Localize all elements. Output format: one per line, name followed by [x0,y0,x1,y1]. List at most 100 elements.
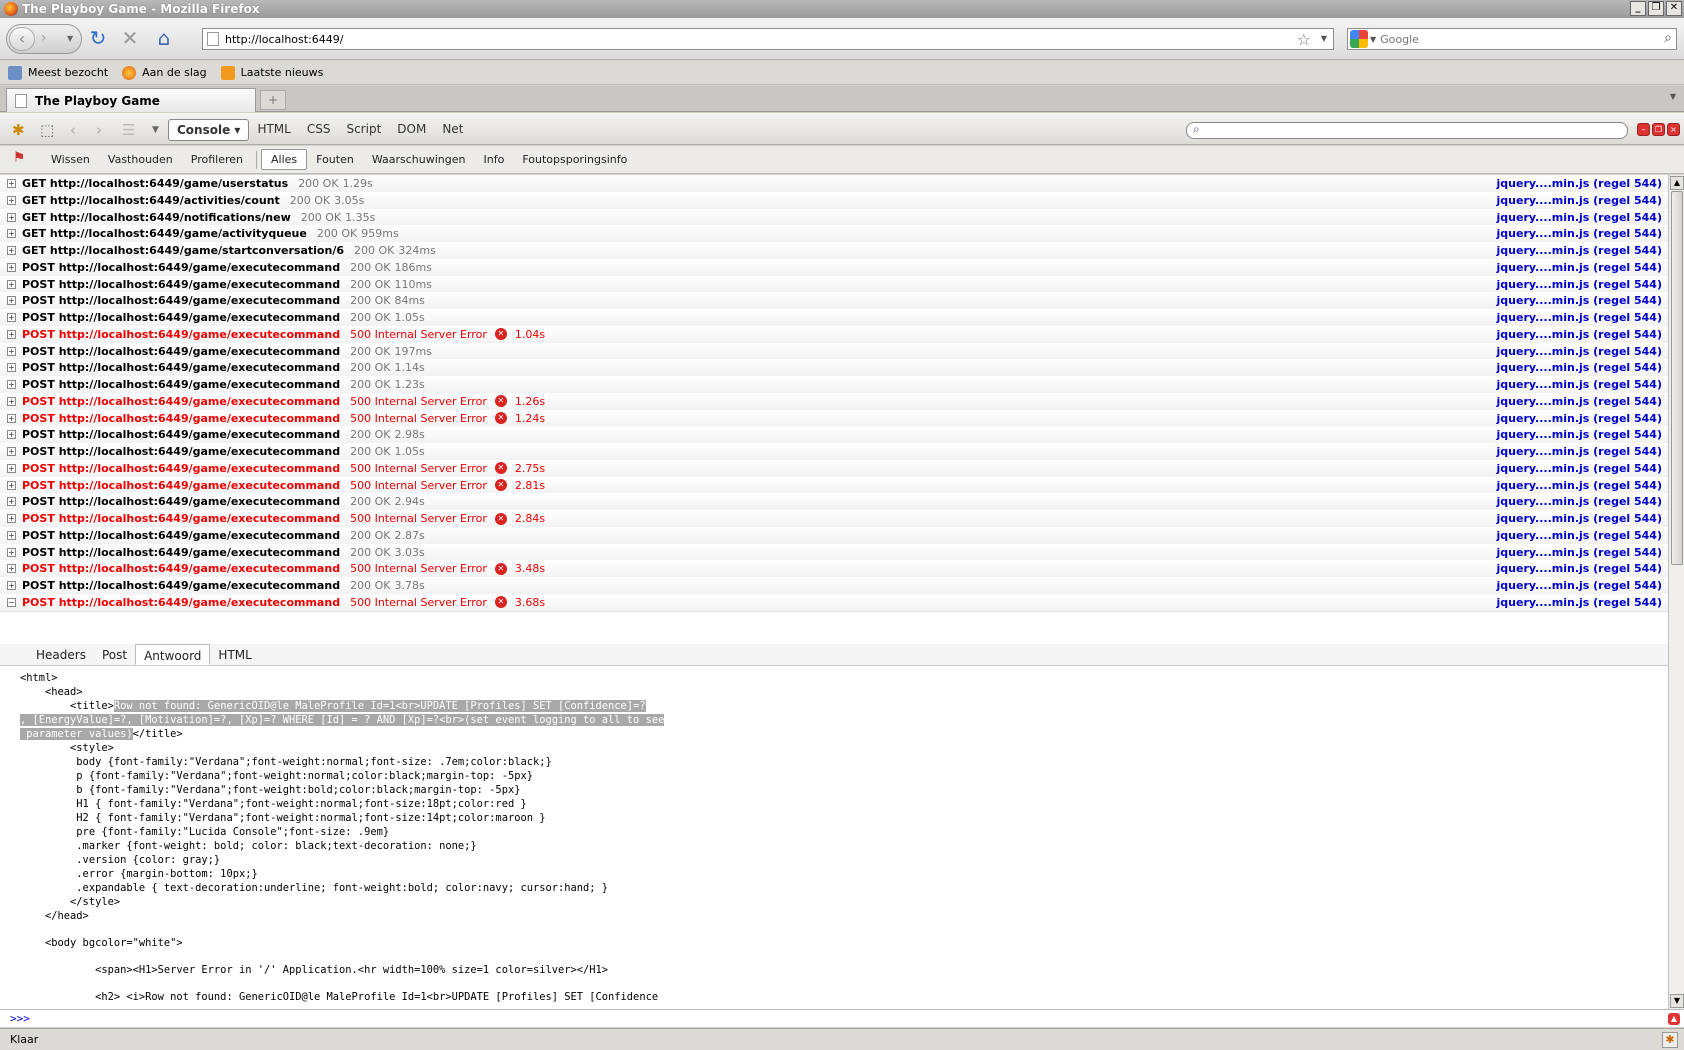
request-line[interactable]: POST http://localhost:6449/game/executec… [22,445,340,458]
request-line[interactable]: POST http://localhost:6449/game/executec… [22,512,340,525]
source-link[interactable]: jquery....min.js (regel 544) [1497,428,1662,441]
expand-icon[interactable]: + [7,497,16,507]
request-row[interactable]: + POST http://localhost:6449/game/execute… [0,376,1668,394]
source-link[interactable]: jquery....min.js (regel 544) [1497,412,1662,425]
request-line[interactable]: GET http://localhost:6449/notifications/… [22,211,291,224]
source-link[interactable]: jquery....min.js (regel 544) [1497,529,1662,542]
request-row[interactable]: + POST http://localhost:6449/game/execute… [0,543,1668,562]
tab-script[interactable]: Script [338,119,389,141]
request-line[interactable]: GET http://localhost:6449/game/activityq… [22,227,307,240]
persist-button[interactable]: Vasthouden [99,150,182,169]
filter-info-button[interactable]: Info [475,150,514,169]
source-link[interactable]: jquery....min.js (regel 544) [1497,562,1662,575]
request-line[interactable]: POST http://localhost:6449/game/executec… [22,596,340,609]
request-row[interactable]: + POST http://localhost:6449/game/execute… [0,258,1668,277]
expand-icon[interactable]: + [7,279,16,289]
tab-css[interactable]: CSS [299,119,339,141]
source-link[interactable]: jquery....min.js (regel 544) [1497,194,1662,207]
source-link[interactable]: jquery....min.js (regel 544) [1497,244,1662,257]
request-row[interactable]: + POST http://localhost:6449/game/execute… [0,426,1668,445]
expand-icon[interactable]: + [7,346,16,356]
maximize-button[interactable]: ❐ [1648,1,1664,16]
request-row[interactable]: + POST http://localhost:6449/game/execute… [0,560,1668,579]
history-dropdown-icon[interactable]: ▼ [67,34,73,43]
request-line[interactable]: GET http://localhost:6449/game/startconv… [22,244,344,257]
back-arrow-icon[interactable]: ‹ [70,121,76,139]
request-line[interactable]: POST http://localhost:6449/game/executec… [22,395,340,408]
request-row[interactable]: + POST http://localhost:6449/game/execute… [0,292,1668,311]
source-link[interactable]: jquery....min.js (regel 544) [1497,177,1662,190]
request-line[interactable]: POST http://localhost:6449/game/executec… [22,328,340,341]
scroll-up-button[interactable]: ▲ [1670,176,1684,190]
source-link[interactable]: jquery....min.js (regel 544) [1497,378,1662,391]
expand-icon[interactable]: + [7,246,16,255]
filter-debug-button[interactable]: Foutopsporingsinfo [513,150,636,169]
request-row[interactable]: + POST http://localhost:6449/game/execute… [0,526,1668,545]
request-row[interactable]: + GET http://localhost:6449/activities/co… [0,191,1668,210]
request-row[interactable]: + POST http://localhost:6449/game/execute… [0,476,1668,495]
request-line[interactable]: GET http://localhost:6449/game/userstatu… [22,177,288,190]
expand-icon[interactable]: + [7,530,16,540]
firebug-menu-icon[interactable]: ✱ [12,121,25,139]
source-link[interactable]: jquery....min.js (regel 544) [1497,361,1662,374]
browser-tab[interactable]: The Playboy Game [6,88,256,112]
expand-icon[interactable]: + [7,296,16,306]
request-row[interactable]: + POST http://localhost:6449/game/execute… [0,493,1668,512]
request-line[interactable]: POST http://localhost:6449/game/executec… [22,294,340,307]
clear-button[interactable]: Wissen [42,150,99,169]
source-link[interactable]: jquery....min.js (regel 544) [1497,395,1662,408]
request-row[interactable]: + GET http://localhost:6449/game/userstat… [0,175,1668,193]
forward-arrow-icon[interactable]: › [96,121,102,139]
bookmark-star-icon[interactable]: ☆ [1297,30,1311,49]
firebug-close-button[interactable]: × [1667,123,1680,136]
tab-html-preview[interactable]: HTML [210,644,259,665]
new-tab-button[interactable]: + [260,90,286,110]
source-link[interactable]: jquery....min.js (regel 544) [1497,345,1662,358]
tab-post[interactable]: Post [94,644,135,665]
firebug-minimize-button[interactable]: – [1637,123,1650,136]
expand-icon[interactable]: + [7,329,16,339]
request-row[interactable]: + POST http://localhost:6449/game/execute… [0,459,1668,478]
request-line[interactable]: POST http://localhost:6449/game/executec… [22,462,340,475]
firebug-detach-button[interactable]: ❐ [1652,123,1665,136]
source-link[interactable]: jquery....min.js (regel 544) [1497,512,1662,525]
google-engine-icon[interactable] [1350,30,1368,48]
firebug-status-icon[interactable]: ✱ [1662,1032,1678,1048]
source-link[interactable]: jquery....min.js (regel 544) [1497,495,1662,508]
request-line[interactable]: POST http://localhost:6449/game/executec… [22,311,340,324]
filter-warnings-button[interactable]: Waarschuwingen [363,150,475,169]
command-line[interactable]: >>> ▲ [0,1009,1684,1027]
url-text[interactable]: http://localhost:6449/ [225,33,343,46]
request-row[interactable]: + GET http://localhost:6449/game/startcon… [0,242,1668,260]
request-line[interactable]: POST http://localhost:6449/game/executec… [22,428,340,441]
source-link[interactable]: jquery....min.js (regel 544) [1497,227,1662,240]
tab-net[interactable]: Net [434,119,471,141]
source-link[interactable]: jquery....min.js (regel 544) [1497,445,1662,458]
forward-button[interactable]: › [41,30,47,46]
firebug-search-input[interactable]: ⌕ [1186,122,1628,139]
tab-list-dropdown-icon[interactable]: ▼ [1670,92,1676,101]
source-link[interactable]: jquery....min.js (regel 544) [1497,546,1662,559]
request-row[interactable]: + GET http://localhost:6449/notifications… [0,208,1668,227]
expand-icon[interactable]: + [7,313,16,322]
filter-errors-button[interactable]: Fouten [307,150,363,169]
expand-icon[interactable]: + [7,212,16,222]
request-row[interactable]: + POST http://localhost:6449/game/execute… [0,577,1668,595]
home-icon[interactable]: ⌂ [152,27,176,51]
console-options-icon[interactable]: ⚑ [8,150,30,170]
source-link[interactable]: jquery....min.js (regel 544) [1497,328,1662,341]
search-input[interactable] [1380,32,1651,46]
search-bar[interactable]: ▼ ⌕ [1347,28,1677,50]
inspect-icon[interactable]: ⬚ [40,121,54,139]
expand-icon[interactable]: + [7,480,16,490]
profile-button[interactable]: Profileren [182,150,252,169]
search-icon[interactable]: ⌕ [1664,30,1672,46]
expand-icon[interactable]: + [7,179,16,188]
request-row[interactable]: + POST http://localhost:6449/game/execute… [0,510,1668,528]
tab-headers[interactable]: Headers [28,644,94,665]
expand-icon[interactable]: + [7,514,16,523]
request-line[interactable]: POST http://localhost:6449/game/executec… [22,261,340,274]
expand-icon[interactable]: + [7,363,16,373]
bookmark-item[interactable]: Laatste nieuws [220,65,323,80]
minimize-button[interactable]: _ [1630,1,1646,16]
